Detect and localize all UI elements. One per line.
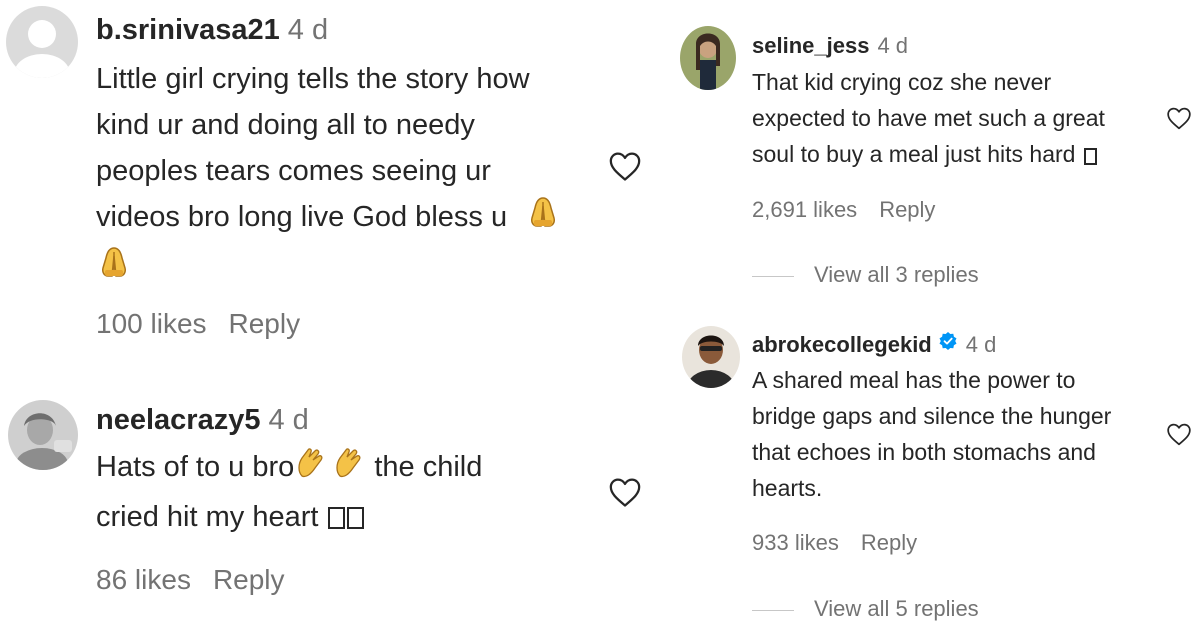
- username[interactable]: seline_jess: [752, 33, 869, 58]
- comment-text: That kid crying coz she never expected t…: [752, 69, 1105, 167]
- comments-column-right: seline_jess 4 d That kid crying coz she n…: [670, 0, 1200, 628]
- comment-text: Hats of to u bro the child cried hit my …: [96, 444, 596, 540]
- comment-item: b.srinivasa21 4 d Little girl crying tell…: [0, 0, 660, 360]
- comment-item: abrokecollegekid 4 d A shared meal has t…: [670, 318, 1200, 628]
- username[interactable]: abrokecollegekid: [752, 332, 932, 357]
- view-replies-link[interactable]: View all 3 replies: [752, 262, 979, 288]
- verified-badge-icon: [938, 331, 958, 357]
- folded-hands-emoji: [96, 244, 132, 294]
- unsupported-glyph-icon: [347, 507, 365, 529]
- comment-header: neelacrazy5 4 d: [96, 404, 309, 437]
- likes-count[interactable]: 86 likes: [96, 564, 191, 596]
- heart-icon[interactable]: [608, 150, 642, 182]
- avatar[interactable]: [8, 400, 78, 470]
- avatar[interactable]: [6, 6, 78, 78]
- comment-meta: 2,691 likes Reply: [752, 197, 935, 223]
- comment-meta: 933 likes Reply: [752, 530, 917, 556]
- heart-icon[interactable]: [1166, 422, 1192, 446]
- comment-item: seline_jess 4 d That kid crying coz she n…: [670, 0, 1200, 300]
- timestamp[interactable]: 4 d: [288, 14, 328, 46]
- reply-button[interactable]: Reply: [861, 530, 917, 556]
- username[interactable]: neelacrazy5: [96, 404, 260, 436]
- heart-icon[interactable]: [608, 476, 642, 508]
- unsupported-glyph-icon: [1083, 148, 1097, 165]
- comment-header: abrokecollegekid 4 d: [752, 332, 996, 359]
- likes-count[interactable]: 100 likes: [96, 308, 207, 340]
- comment-text: Little girl crying tells the story how k…: [96, 56, 596, 294]
- replies-divider: [752, 609, 794, 611]
- avatar[interactable]: [680, 26, 736, 90]
- timestamp[interactable]: 4 d: [877, 33, 908, 58]
- timestamp[interactable]: 4 d: [966, 332, 997, 357]
- folded-hands-emoji: [525, 194, 561, 244]
- comment-header: b.srinivasa21 4 d: [96, 14, 328, 47]
- clapping-hands-emoji: [294, 446, 328, 494]
- timestamp[interactable]: 4 d: [268, 404, 308, 436]
- heart-icon[interactable]: [1166, 106, 1192, 130]
- view-replies-link[interactable]: View all 5 replies: [752, 596, 979, 622]
- comment-meta: 86 likes Reply: [96, 564, 285, 596]
- likes-count[interactable]: 2,691 likes: [752, 197, 857, 223]
- reply-button[interactable]: Reply: [213, 564, 285, 596]
- comment-meta: 100 likes Reply: [96, 308, 300, 340]
- avatar[interactable]: [682, 326, 740, 388]
- replies-divider: [752, 275, 794, 277]
- unsupported-glyph-icon: [328, 507, 346, 529]
- comment-text: A shared meal has the power to bridge ga…: [752, 367, 1112, 501]
- clapping-hands-emoji: [332, 446, 366, 494]
- likes-count[interactable]: 933 likes: [752, 530, 839, 556]
- reply-button[interactable]: Reply: [229, 308, 301, 340]
- comments-column-left: b.srinivasa21 4 d Little girl crying tell…: [0, 0, 660, 628]
- reply-button[interactable]: Reply: [879, 197, 935, 223]
- comment-header: seline_jess 4 d: [752, 33, 908, 59]
- comment-item: neelacrazy5 4 d Hats of to u bro the chil…: [0, 390, 660, 628]
- username[interactable]: b.srinivasa21: [96, 14, 280, 46]
